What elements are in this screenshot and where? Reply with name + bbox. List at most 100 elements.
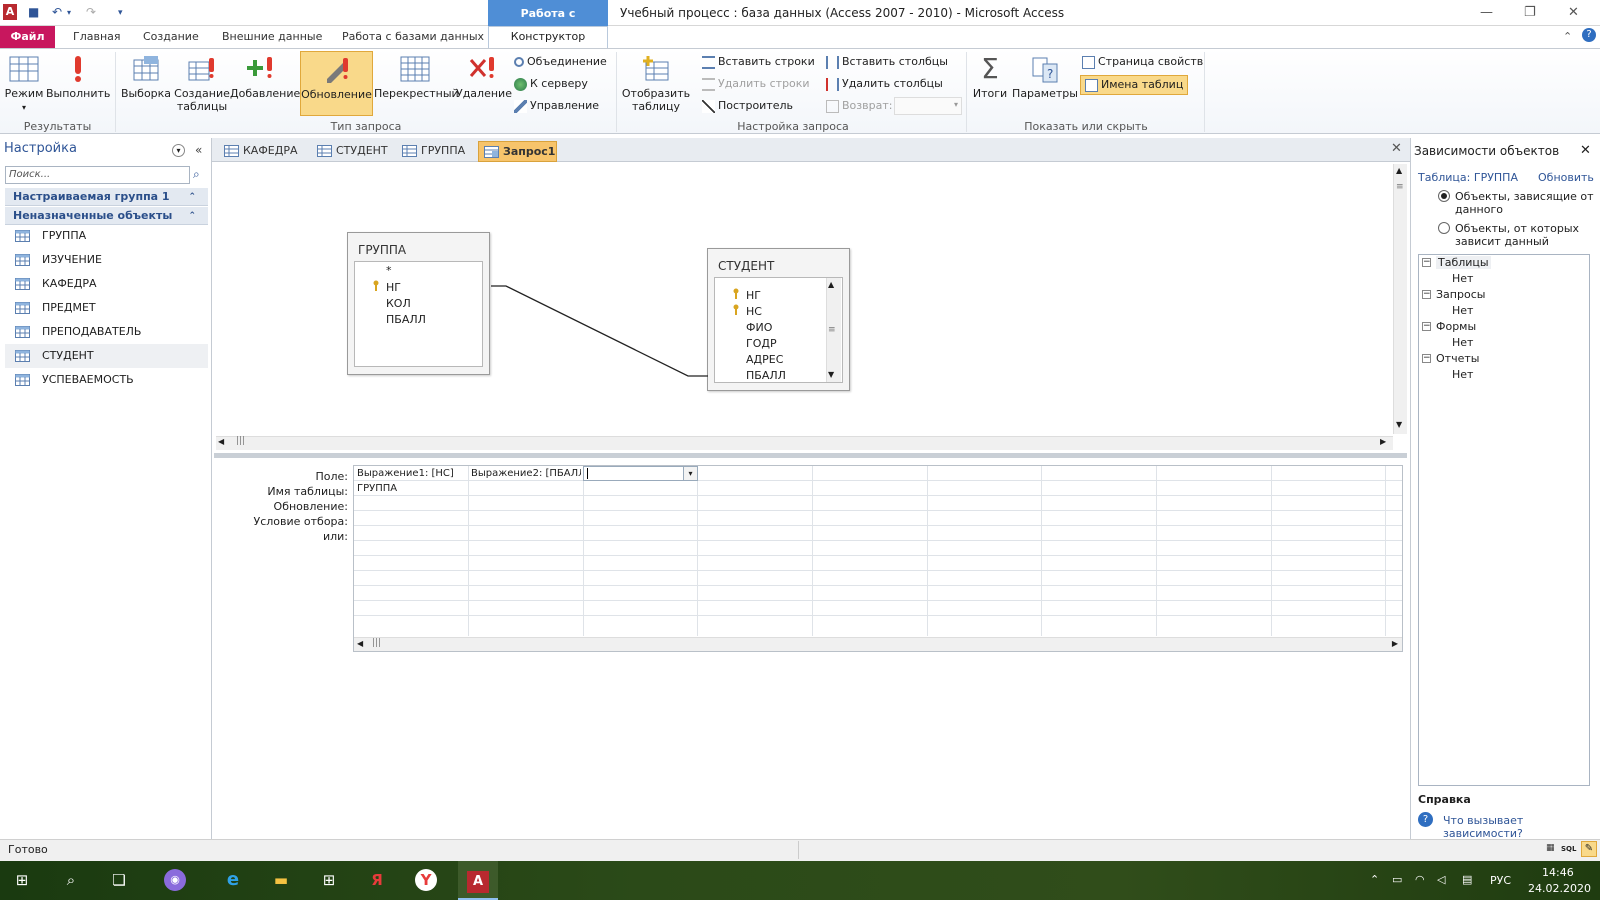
doc-tab-gruppa[interactable]: ГРУППА — [397, 141, 477, 162]
delete-columns-button[interactable]: Удалить столбцы — [826, 77, 943, 91]
search-icon[interactable]: ⌕ — [193, 167, 200, 182]
doc-tab-query1[interactable]: Запрос1 — [478, 141, 557, 162]
tree-node-queries[interactable]: Запросы — [1436, 288, 1485, 301]
search-icon[interactable]: ⌕ — [60, 869, 82, 891]
scroll-right-icon[interactable]: ▶ — [1392, 639, 1398, 648]
collapse-node-icon[interactable]: − — [1422, 322, 1431, 331]
nav-item-prepodavatel[interactable]: ПРЕПОДАВАТЕЛЬ — [5, 320, 208, 344]
nav-item-izuchenie[interactable]: ИЗУЧЕНИЕ — [5, 248, 208, 272]
tree-node-tables[interactable]: Таблицы — [1436, 256, 1491, 269]
access-logo[interactable]: A — [3, 4, 17, 20]
start-windows-icon[interactable]: ⊞ — [11, 869, 33, 891]
undo-dropdown-icon[interactable]: ▾ — [67, 8, 71, 17]
make-table-button[interactable]: Создание таблицы — [174, 54, 230, 113]
union-button[interactable]: Объединение — [514, 55, 607, 69]
collapse-node-icon[interactable]: − — [1422, 290, 1431, 299]
close-window-icon[interactable]: ✕ — [1568, 5, 1579, 20]
scroll-right-icon[interactable]: ▶ — [1380, 437, 1386, 446]
maximize-icon[interactable]: ❐ — [1524, 5, 1536, 20]
tab-database-tools[interactable]: Работа с базами данных — [342, 30, 484, 43]
grid-table-cell[interactable]: ГРУППА — [357, 483, 467, 494]
collapse-ribbon-icon[interactable]: ⌃ — [1563, 30, 1572, 43]
clock-time[interactable]: 14:46 — [1542, 866, 1574, 879]
field-kol[interactable]: КОЛ — [386, 297, 411, 310]
mode-button[interactable]: Режим ▾ — [4, 54, 44, 114]
nav-item-predmet[interactable]: ПРЕДМЕТ — [5, 296, 208, 320]
dropdown-arrow-icon[interactable]: ▾ — [683, 467, 697, 480]
data-definition-button[interactable]: Управление — [514, 99, 599, 113]
field-ns[interactable]: НС — [746, 305, 762, 318]
tab-home[interactable]: Главная — [73, 30, 121, 43]
collapse-pane-icon[interactable]: « — [195, 143, 202, 157]
tray-chevron-icon[interactable]: ⌃ — [1370, 873, 1379, 886]
minimize-icon[interactable]: — — [1480, 5, 1493, 20]
radio-dependents-label[interactable]: Объекты, зависящие от данного — [1455, 190, 1594, 216]
radio-dependencies-label[interactable]: Объекты, от которых зависит данный — [1455, 222, 1579, 248]
table-box-gruppa[interactable]: ГРУППА — [347, 232, 490, 375]
scroll-up-icon[interactable]: ▲ — [828, 280, 834, 289]
file-explorer-icon[interactable]: ▬ — [270, 869, 292, 891]
collapse-node-icon[interactable]: − — [1422, 354, 1431, 363]
field-pball[interactable]: ПБАЛЛ — [386, 313, 426, 326]
scroll-thumb[interactable]: ≡ — [1396, 182, 1404, 192]
nav-search-input[interactable]: Поиск... — [5, 166, 190, 184]
close-document-icon[interactable]: ✕ — [1391, 141, 1402, 156]
field-pball[interactable]: ПБАЛЛ — [746, 369, 786, 382]
notification-message-icon[interactable]: ▤ — [1462, 873, 1472, 886]
nav-item-gruppa[interactable]: ГРУППА — [5, 224, 208, 248]
field-all[interactable]: * — [386, 264, 392, 277]
crosstab-button[interactable]: Перекрестный — [374, 54, 459, 100]
scroll-thumb[interactable]: ≡ — [828, 325, 836, 335]
field-godr[interactable]: ГОДР — [746, 337, 777, 350]
relationship-line[interactable] — [490, 280, 710, 380]
doc-tab-kafedra[interactable]: КАФЕДРА — [219, 141, 307, 162]
nav-dropdown-icon[interactable]: ▾ — [172, 144, 185, 157]
collapse-node-icon[interactable]: − — [1422, 258, 1431, 267]
battery-icon[interactable]: ▭ — [1392, 873, 1402, 886]
query-design-grid[interactable]: Выражение1: [НС] ГРУППА Выражение2: [ПБА… — [353, 465, 1403, 652]
tab-external-data[interactable]: Внешние данные — [222, 30, 322, 43]
insert-rows-button[interactable]: Вставить строки — [702, 55, 815, 69]
select-query-button[interactable]: Выборка — [120, 54, 172, 100]
field-adres[interactable]: АДРЕС — [746, 353, 783, 366]
insert-columns-button[interactable]: Вставить столбцы — [826, 55, 948, 69]
close-pane-icon[interactable]: ✕ — [1580, 143, 1591, 158]
collapse-group-icon[interactable]: ⌃ — [188, 188, 196, 206]
grid-field-input-active[interactable]: ▾ — [583, 466, 698, 481]
parameters-button[interactable]: ? Параметры — [1012, 54, 1078, 100]
nav-group-unassigned[interactable]: Неназначенные объекты ⌃ — [5, 207, 208, 225]
table-names-button[interactable]: Имена таблиц — [1080, 75, 1189, 95]
scroll-up-icon[interactable]: ▲ — [1396, 166, 1402, 175]
scroll-left-icon[interactable]: ◀ — [218, 437, 224, 446]
volume-icon[interactable]: ◁ — [1437, 873, 1445, 886]
tab-create[interactable]: Создание — [143, 30, 199, 43]
edge-browser-icon[interactable]: e — [222, 869, 244, 891]
nav-item-kafedra[interactable]: КАФЕДРА — [5, 272, 208, 296]
wifi-icon[interactable]: ◠ — [1415, 873, 1425, 886]
undo-icon[interactable]: ↶ — [52, 5, 62, 19]
scroll-left-icon[interactable]: ◀ — [357, 639, 363, 648]
scroll-down-icon[interactable]: ▼ — [828, 370, 834, 379]
tab-file[interactable]: Файл — [0, 26, 55, 48]
collapse-group-icon[interactable]: ⌃ — [188, 207, 196, 225]
delete-query-button[interactable]: Удаление — [456, 54, 512, 100]
nav-item-uspevaemost[interactable]: УСПЕВАЕМОСТЬ — [5, 368, 208, 392]
refresh-link[interactable]: Обновить — [1538, 171, 1594, 184]
tab-constructor[interactable]: Конструктор — [488, 26, 608, 48]
yandex-browser-icon[interactable]: Y — [415, 869, 437, 891]
totals-button[interactable]: Σ Итоги — [970, 54, 1010, 101]
task-view-icon[interactable]: ❏ — [108, 869, 130, 891]
help-icon[interactable]: ? — [1582, 28, 1596, 42]
scroll-down-icon[interactable]: ▼ — [1396, 420, 1402, 429]
pass-through-button[interactable]: К серверу — [514, 77, 588, 91]
design-view-status-icon[interactable]: ✎ — [1581, 841, 1597, 857]
access-taskbar-icon[interactable]: A — [458, 861, 498, 900]
append-button[interactable]: Добавление — [230, 54, 300, 100]
grid-field-cell[interactable]: Выражение2: [ПБАЛЛ] — [471, 468, 581, 479]
run-button[interactable]: Выполнить — [46, 54, 110, 100]
save-icon[interactable]: ■ — [28, 5, 39, 19]
sql-view-icon[interactable]: SQL — [1561, 845, 1576, 853]
alice-icon[interactable]: ◉ — [164, 869, 186, 891]
tree-node-reports[interactable]: Отчеты — [1436, 352, 1479, 365]
radio-dependencies[interactable] — [1438, 222, 1450, 234]
